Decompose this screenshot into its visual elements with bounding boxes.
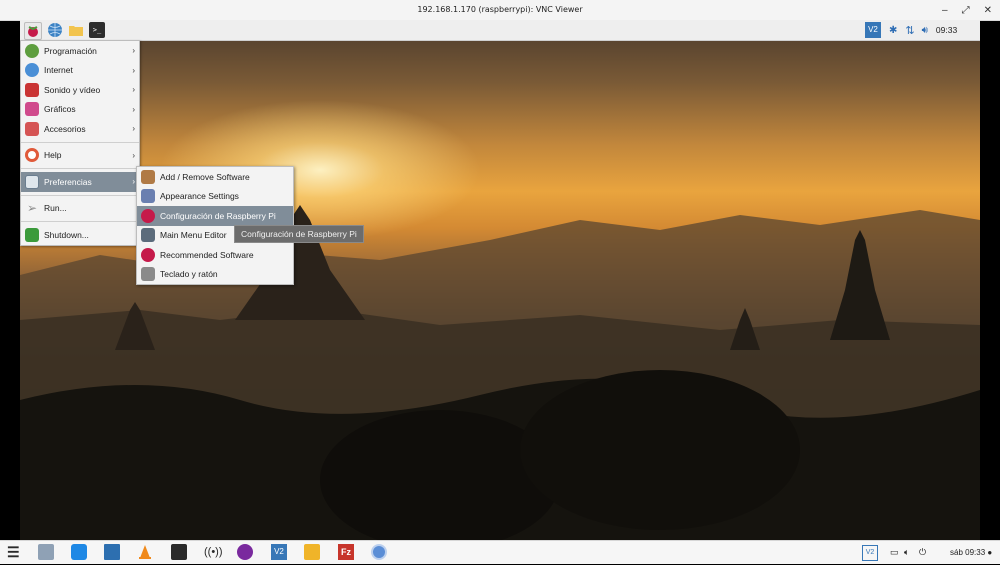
menu-item-run[interactable]: ➢ Run... [21,199,139,219]
mail-icon[interactable] [304,544,320,560]
monitor-icon[interactable] [104,544,120,560]
screen-icon[interactable]: ▭ [890,541,899,564]
close-button[interactable]: ✕ [984,5,992,16]
terminal-icon: >_ [92,26,102,34]
bluetooth-icon[interactable]: ✱ [889,25,897,36]
panel-clock[interactable]: 09:33 [936,25,957,35]
main-menu: Programación › Internet › Sonido y vídeo › … [20,40,140,246]
menu-separator [21,141,139,143]
text-editor-icon[interactable] [171,544,187,560]
preferences-icon [25,174,39,189]
top-panel: >_ V2 ✱ ⇅ 🔊︎ 09:33 [20,20,980,41]
vlc-cone-icon[interactable] [137,544,153,560]
menu-item-help[interactable]: Help › [21,146,139,166]
raspberry-icon [28,26,38,37]
raspberry-icon [141,247,155,262]
keyboard-mouse-icon [141,267,155,282]
broadcast-icon[interactable]: ((•)) [204,544,223,560]
menu-item-programacion[interactable]: Programación › [21,41,139,61]
run-paper-plane-icon: ➢ [26,201,38,216]
volume-icon[interactable]: 🔈︎ [904,541,909,564]
file-manager-launcher[interactable] [68,22,84,38]
browser-globe-icon [48,23,62,37]
menu-separator [21,168,139,169]
vnc-server-tray-icon[interactable]: V2 [865,22,881,38]
remote-desktop: >_ V2 ✱ ⇅ 🔊︎ 09:33 Programación › Interne… [20,20,980,540]
programming-icon [25,43,39,58]
chevron-right-icon: › [132,150,135,160]
minimize-button[interactable]: – [942,5,948,16]
web-browser-launcher[interactable] [47,22,63,38]
restore-button[interactable]: ⤢ [962,5,970,16]
package-icon [141,169,155,184]
submenu-item-appearance-settings[interactable]: Appearance Settings [137,187,293,207]
accessories-icon [25,121,39,136]
menu-item-shutdown[interactable]: Shutdown... [21,225,139,245]
terminal-launcher[interactable]: >_ [89,22,105,38]
volume-icon[interactable]: 🔊︎ [922,25,928,36]
tooltip: Configuración de Raspberry Pi [234,225,364,243]
taskbar-clock[interactable]: sáb 09:33 ● [950,541,992,564]
appearance-icon [141,189,155,204]
folder-icon [69,26,83,36]
menu-editor-icon [141,228,155,243]
filezilla-icon[interactable]: Fz [338,544,354,560]
chevron-right-icon: › [132,65,135,75]
menu-item-sonido-video[interactable]: Sonido y vídeo › [21,80,139,100]
submenu-item-raspberry-pi-configuration[interactable]: Configuración de Raspberry Pi [137,206,293,226]
media-player-icon[interactable] [237,544,253,560]
chevron-right-icon: › [132,124,135,133]
graphics-icon [25,102,39,117]
store-bag-icon[interactable] [71,544,87,560]
menu-item-graficos[interactable]: Gráficos › [21,100,139,120]
menu-separator [21,194,139,196]
shutdown-icon [25,227,39,242]
menu-item-preferencias[interactable]: Preferencias › [21,172,139,192]
raspberry-icon [141,208,155,223]
submenu-item-add-remove-software[interactable]: Add / Remove Software [137,167,293,187]
vnc-viewer-icon[interactable]: V2 [271,544,287,560]
raspberry-menu-button[interactable] [24,22,42,40]
vnc-tray-icon[interactable]: V2 [862,545,878,561]
window-title: 192.168.1.170 (raspberrypi): VNC Viewer [417,5,583,14]
submenu-item-recommended-software[interactable]: Recommended Software [137,245,293,265]
power-icon[interactable]: ⏻ [919,541,926,564]
menu-item-internet[interactable]: Internet › [21,61,139,81]
chevron-right-icon: › [132,177,135,186]
help-lifebuoy-icon [25,148,39,163]
zorin-menu-icon[interactable]: ☰ [7,544,23,560]
vnc-window-titlebar: 192.168.1.170 (raspberrypi): VNC Viewer … [0,0,1000,21]
menu-item-accesorios[interactable]: Accesorios › [21,119,139,139]
chevron-right-icon: › [132,104,135,114]
files-icon[interactable] [38,544,54,560]
menu-separator [21,221,139,222]
host-taskbar: ☰ ((•)) V2 Fz V2 ▭ 🔈︎ ⏻ sáb 09:33 ● [0,540,1000,564]
network-transfer-icon[interactable]: ⇅ [905,24,914,37]
chevron-right-icon: › [132,85,135,94]
sound-video-icon [25,82,39,97]
chromium-icon[interactable] [371,544,387,560]
chevron-right-icon: › [132,46,135,55]
internet-globe-icon [25,63,39,78]
submenu-item-keyboard-mouse[interactable]: Teclado y ratón [137,265,293,285]
